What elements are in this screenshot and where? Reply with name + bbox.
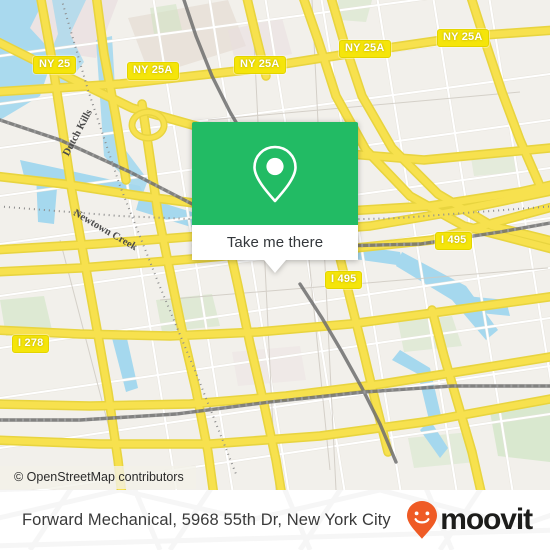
location-popup-card[interactable]: Take me there [192, 122, 358, 273]
moovit-wordmark: moovit [440, 503, 533, 536]
road-shield: I 495 [325, 271, 363, 289]
road-shield: I 495 [435, 232, 473, 250]
map-pin-icon [253, 145, 297, 202]
popup-header [192, 122, 358, 225]
road-shield: NY 25A [127, 62, 179, 80]
popup-action-row[interactable]: Take me there [192, 225, 358, 260]
footer-bar: Forward Mechanical, 5968 55th Dr, New Yo… [0, 490, 550, 550]
road-shield: NY 25 [33, 56, 77, 74]
take-me-there-label: Take me there [226, 234, 324, 251]
road-shield: NY 25A [437, 29, 489, 47]
osm-attribution[interactable]: © OpenStreetMap contributors [0, 466, 196, 489]
road-shield: I 278 [12, 335, 50, 353]
map-canvas[interactable]: .mjr{stroke:#f7e14e;stroke-linecap:round… [0, 0, 550, 490]
place-title: Forward Mechanical, 5968 55th Dr, New Yo… [22, 510, 391, 529]
map-screenshot: .mjr{stroke:#f7e14e;stroke-linecap:round… [0, 0, 550, 550]
moovit-smiley-pin-icon [407, 501, 438, 539]
moovit-brand[interactable]: moovit [405, 500, 533, 540]
road-shield: NY 25A [234, 56, 286, 74]
road-shield: NY 25A [339, 40, 391, 58]
popup-pointer-tail [264, 260, 286, 273]
